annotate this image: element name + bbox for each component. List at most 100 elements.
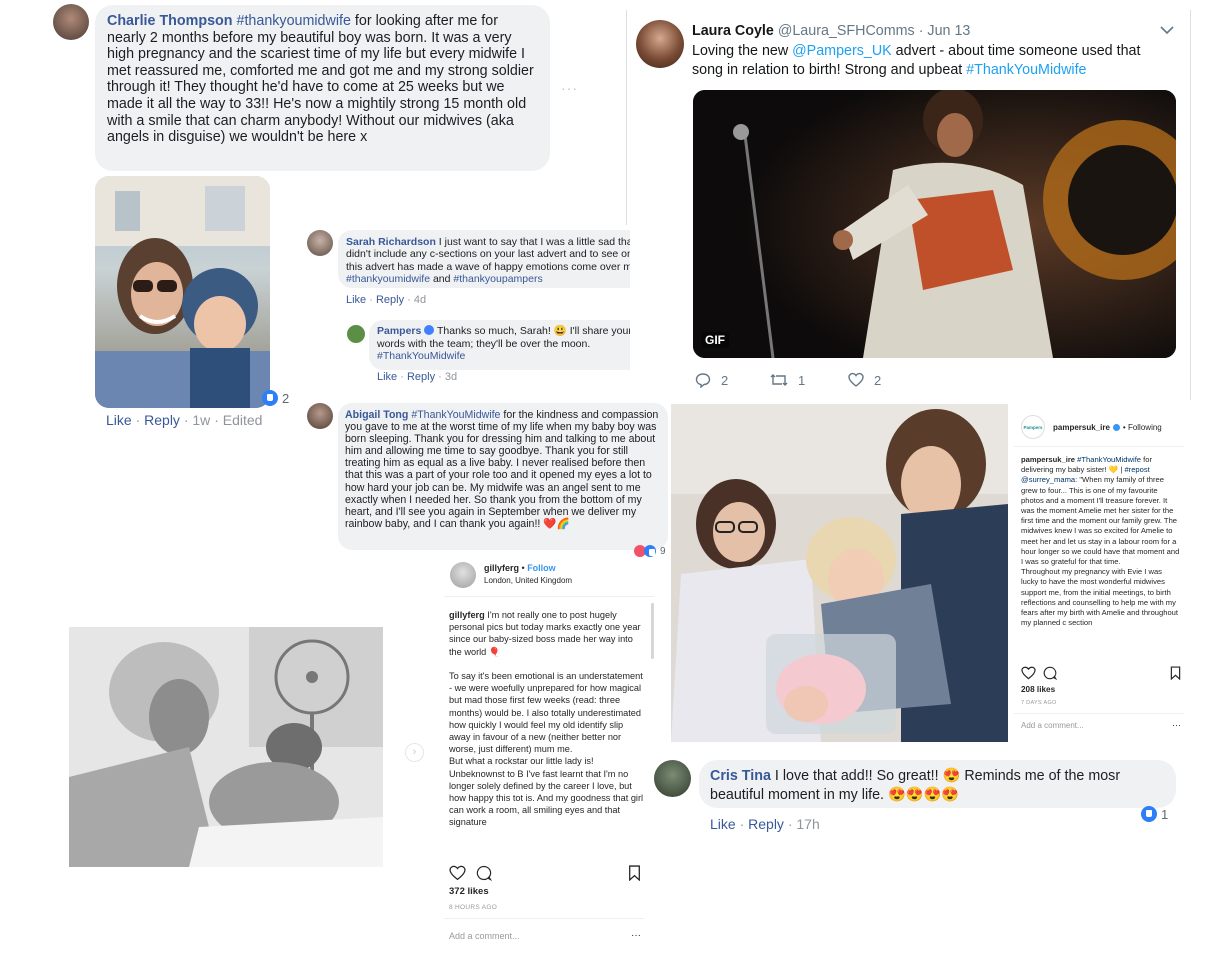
- gilly-ig-scrollbar[interactable]: [651, 603, 654, 659]
- ig-header-divider: [444, 596, 654, 597]
- cris-name[interactable]: Cris Tina: [710, 768, 771, 784]
- cris-reply-link[interactable]: Reply: [748, 816, 784, 832]
- cris-avatar[interactable]: [654, 760, 691, 797]
- tweet-text: Loving the new @Pampers_UK advert - abou…: [692, 42, 1172, 80]
- gilly-ig-follow[interactable]: Follow: [527, 563, 556, 573]
- charlie-like-link[interactable]: Like: [106, 412, 132, 428]
- gilly-ig-add-comment[interactable]: Add a comment...: [449, 931, 520, 941]
- tweet-hashtag[interactable]: #ThankYouMidwife: [966, 62, 1086, 78]
- heart-icon: [848, 372, 864, 387]
- tweet-reply-count: 2: [721, 372, 729, 388]
- tweet-text-part1: Loving the new: [692, 43, 793, 59]
- pampers-ig-caption-part2: : "When my family of three grew to four.…: [1021, 475, 1180, 628]
- abigail-comment-text: for the kindness and compassion you gave…: [345, 409, 659, 530]
- tweet-mention[interactable]: @Pampers_UK: [792, 43, 892, 59]
- pampers-ig-repost-tag[interactable]: #repost: [1124, 465, 1149, 474]
- tweet-date[interactable]: · Jun 13: [919, 23, 971, 39]
- pampers-ig-likes[interactable]: 208 likes: [1021, 685, 1055, 694]
- tweet-reply-action[interactable]: 2: [695, 372, 728, 388]
- laura-name[interactable]: Laura Coyle: [692, 23, 774, 39]
- pampers-ig-caption-tag[interactable]: #ThankYouMidwife: [1075, 455, 1141, 464]
- sarah-comment-bubble: Sarah Richardson I just want to say that…: [338, 230, 674, 288]
- retweet-icon: [770, 374, 788, 386]
- bookmark-icon: [629, 865, 640, 881]
- pampers-ig-more-icon[interactable]: ···: [1172, 720, 1181, 730]
- like-reaction-icon: [644, 545, 656, 557]
- tweet-gif[interactable]: GIF: [693, 90, 1176, 358]
- pampers-ig-caption-user[interactable]: pampersuk_ire: [1021, 455, 1075, 464]
- cris-actions: Like · Reply · 17h: [710, 816, 820, 832]
- pampers-name[interactable]: Pampers: [377, 325, 421, 337]
- gilly-ig-avatar[interactable]: [450, 562, 476, 588]
- gilly-ig-likes[interactable]: 372 likes: [449, 886, 489, 897]
- gilly-ig-photo[interactable]: [69, 627, 383, 867]
- gif-badge: GIF: [701, 332, 729, 348]
- cris-like-link[interactable]: Like: [710, 816, 736, 832]
- cris-reactions[interactable]: 1: [1141, 806, 1168, 822]
- pampers-ig-avatar[interactable]: Pampers: [1021, 415, 1045, 439]
- tweet-like-action[interactable]: 2: [848, 372, 881, 388]
- cris-reaction-count: 1: [1161, 806, 1169, 822]
- charlie-timestamp[interactable]: 1w: [192, 412, 210, 428]
- chevron-down-icon[interactable]: [1160, 25, 1174, 35]
- sarah-actions: Like · Reply · 4d: [346, 294, 427, 306]
- laura-handle[interactable]: @Laura_SFHComms: [778, 23, 915, 39]
- pampers-ig-mention[interactable]: @surrey_mama: [1021, 475, 1075, 484]
- tweet-right-border: [1190, 10, 1191, 400]
- pampers-ig-photo[interactable]: [671, 404, 1008, 742]
- pampers-ig-time[interactable]: 7 DAYS AGO: [1021, 700, 1057, 706]
- abigail-avatar[interactable]: [307, 403, 333, 429]
- sarah-avatar[interactable]: [307, 230, 333, 256]
- gilly-ig-username[interactable]: gillyferg: [484, 563, 519, 573]
- pampers-reply-link[interactable]: Reply: [407, 371, 435, 383]
- tweet-retweet-count: 1: [798, 372, 806, 388]
- pampers-like-link[interactable]: Like: [377, 371, 397, 383]
- sarah-like-link[interactable]: Like: [346, 294, 366, 306]
- sarah-timestamp[interactable]: 4d: [414, 294, 426, 306]
- pampers-timestamp[interactable]: 3d: [445, 371, 457, 383]
- ig-footer-divider: [1014, 713, 1184, 714]
- gilly-ig-location[interactable]: London, United Kingdom: [484, 576, 572, 585]
- verified-icon: [424, 325, 435, 335]
- gilly-ig-actions: [449, 864, 641, 882]
- charlie-reactions[interactable]: 2: [262, 390, 289, 406]
- charlie-edited-label: Edited: [222, 412, 263, 428]
- sarah-reply-link[interactable]: Reply: [376, 294, 404, 306]
- abigail-reactions[interactable]: 9: [634, 545, 666, 557]
- ig-footer-divider: [444, 918, 644, 919]
- pampers-ig-following[interactable]: • Following: [1123, 423, 1162, 432]
- charlie-reply-link[interactable]: Reply: [144, 412, 180, 428]
- next-arrow-icon[interactable]: ›: [405, 743, 424, 762]
- tweet-like-count: 2: [874, 372, 882, 388]
- pampers-avatar[interactable]: [347, 325, 365, 343]
- laura-avatar[interactable]: [636, 20, 684, 68]
- gilly-ig-time[interactable]: 8 HOURS AGO: [449, 904, 497, 911]
- gilly-ig-caption-text: I'm not really one to post hugely person…: [449, 610, 644, 828]
- tweet-retweet-action[interactable]: 1: [770, 372, 805, 388]
- charlie-hashtag[interactable]: #thankyoumidwife: [237, 13, 351, 29]
- sarah-name[interactable]: Sarah Richardson: [346, 236, 436, 248]
- gilly-ig-more-icon[interactable]: ···: [631, 930, 641, 941]
- charlie-attached-photo[interactable]: [95, 176, 270, 408]
- gilly-ig-caption-user[interactable]: gillyferg: [449, 610, 485, 620]
- abigail-hashtag[interactable]: #ThankYouMidwife: [411, 409, 500, 421]
- pampers-reply-tag[interactable]: #ThankYouMidwife: [377, 350, 465, 362]
- gilly-ig-caption: gillyferg I'm not really one to post hug…: [449, 609, 647, 856]
- charlie-more-options-icon[interactable]: ···: [561, 80, 578, 96]
- sarah-tag-thankyoupampers[interactable]: #thankyoupampers: [453, 273, 542, 285]
- pampers-ig-add-comment[interactable]: Add a comment...: [1021, 721, 1084, 730]
- heart-icon: [1021, 666, 1036, 680]
- tweet-card: Laura Coyle @Laura_SFHComms · Jun 13 Lov…: [630, 15, 1185, 400]
- sarah-tag-thankyoumidwife[interactable]: #thankyoumidwife: [346, 273, 430, 285]
- cris-timestamp[interactable]: 17h: [796, 816, 819, 832]
- pampers-ig-username[interactable]: pampersuk_ire: [1053, 423, 1110, 432]
- abigail-name[interactable]: Abigail Tong: [345, 409, 408, 421]
- charlie-avatar[interactable]: [53, 4, 89, 40]
- verified-icon: [1112, 423, 1120, 431]
- pampers-actions: Like · Reply · 3d: [377, 371, 458, 383]
- cris-comment-bubble: Cris Tina I love that add!! So great!! 😍…: [699, 760, 1176, 808]
- sarah-and-text: and: [430, 273, 454, 286]
- cris-comment-text: I love that add!! So great!! 😍 Reminds m…: [710, 768, 1121, 803]
- charlie-comment-text: for looking after me for nearly 2 months…: [107, 13, 534, 146]
- charlie-name[interactable]: Charlie Thompson: [107, 13, 233, 29]
